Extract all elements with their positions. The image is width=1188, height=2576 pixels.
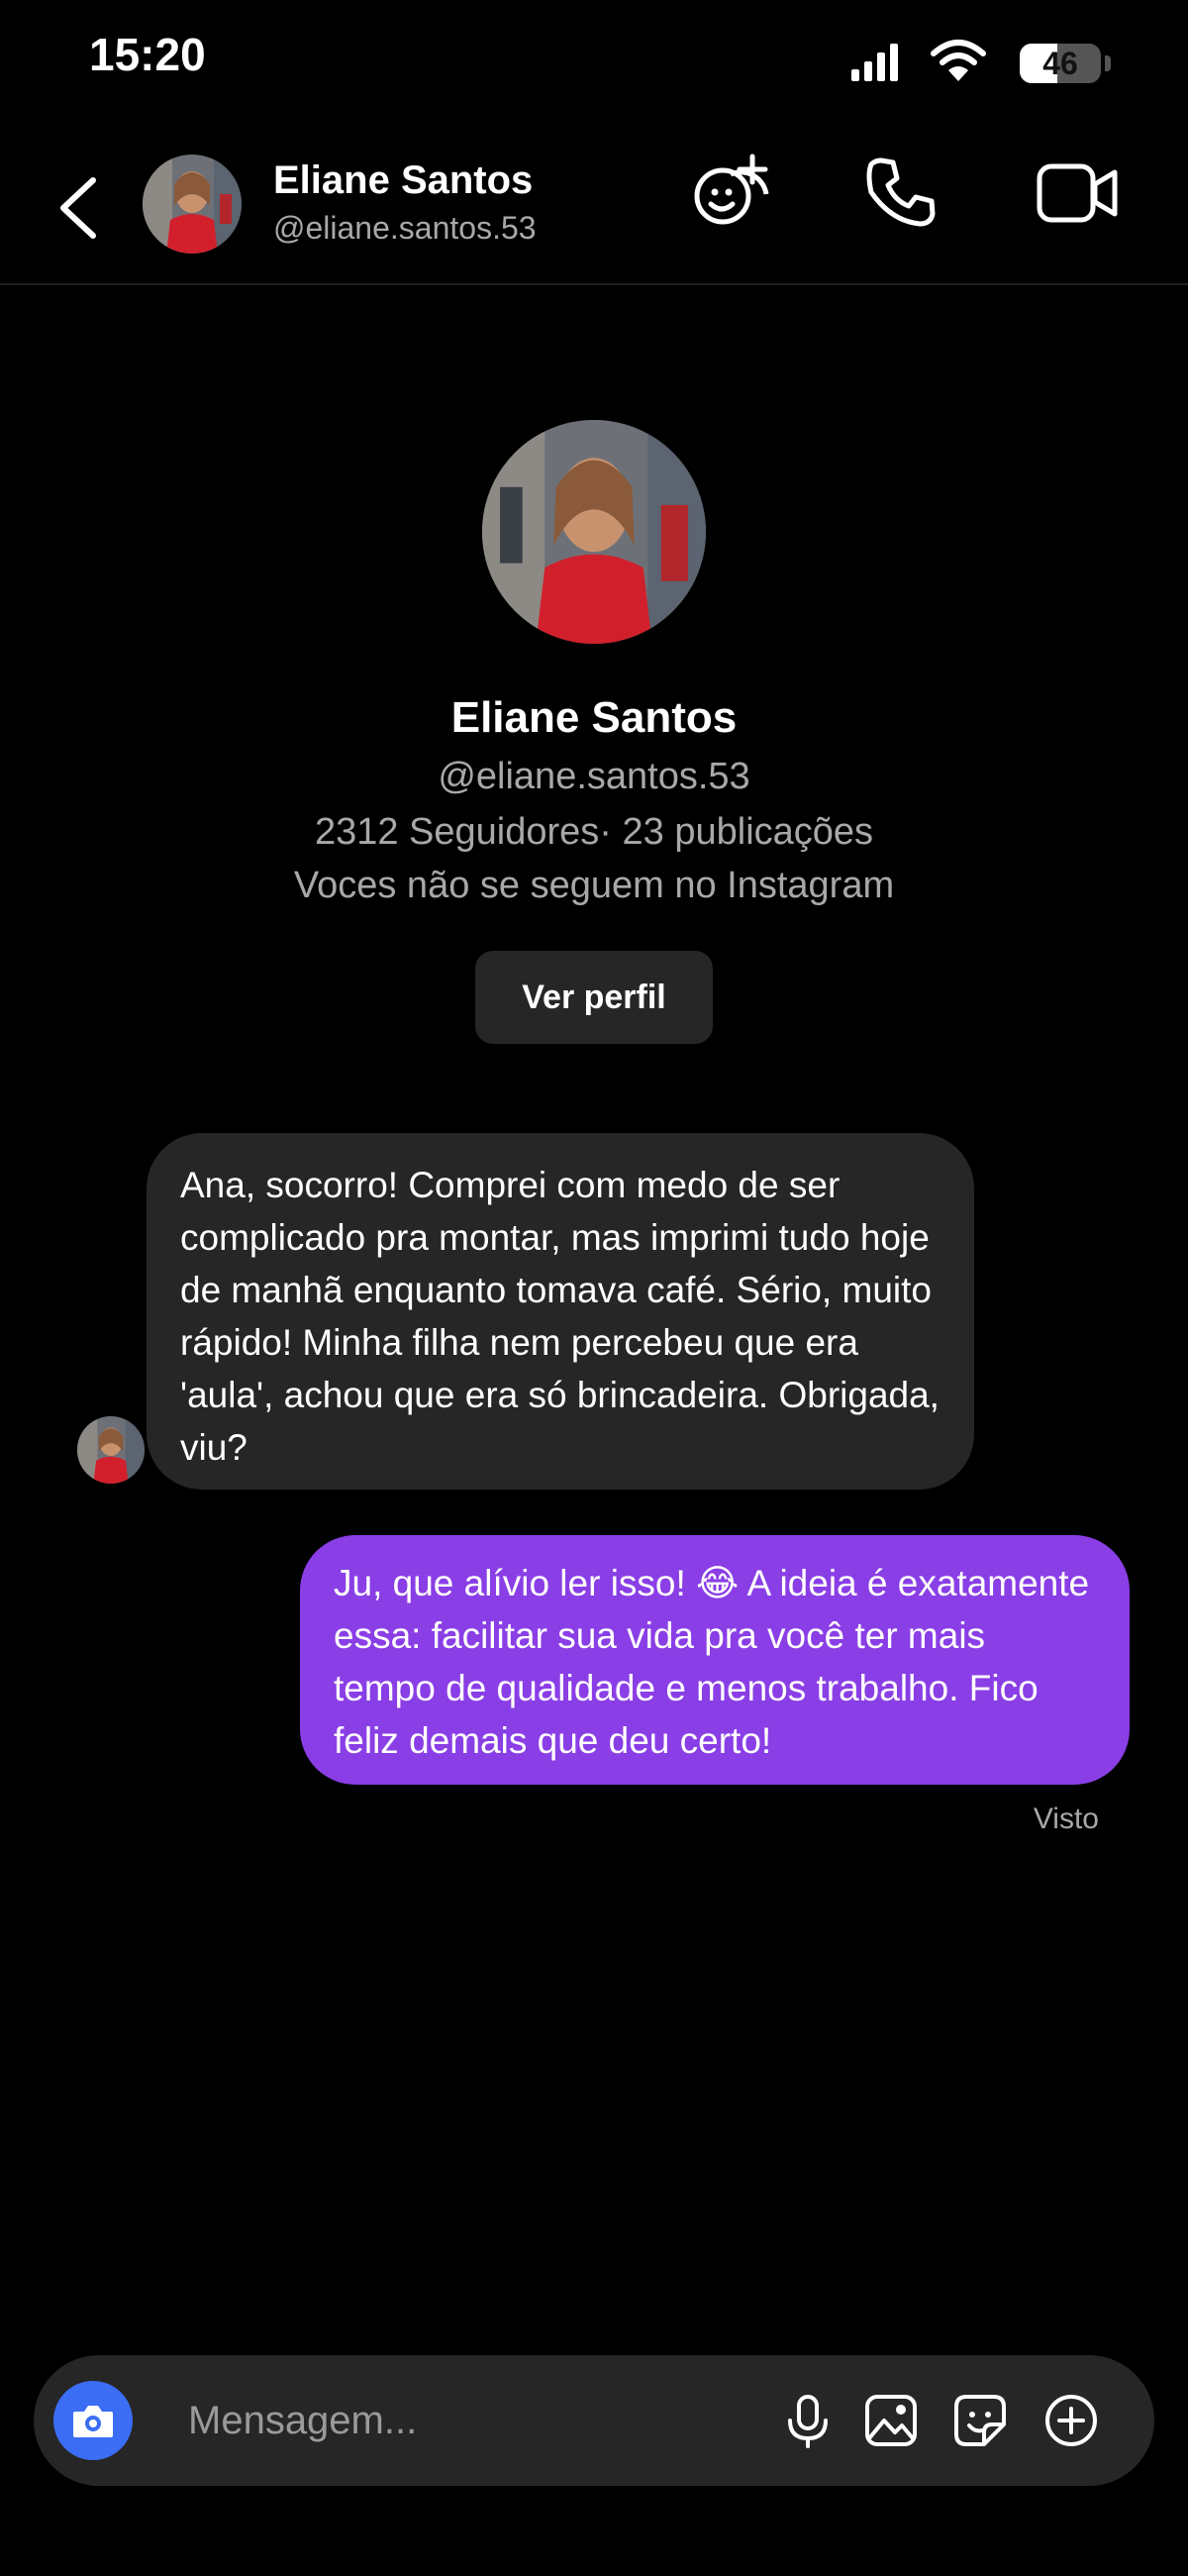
view-profile-button[interactable]: Ver perfil <box>475 951 713 1044</box>
cellular-signal-icon <box>851 42 901 81</box>
back-icon[interactable] <box>50 168 109 248</box>
incoming-message-bubble[interactable]: Ana, socorro! Comprei com medo de ser co… <box>147 1133 974 1490</box>
profile-username: @eliane.santos.53 <box>438 756 750 797</box>
status-bar: 15:20 46 <box>0 0 1188 119</box>
camera-icon[interactable] <box>53 2381 133 2460</box>
status-time: 15:20 <box>89 29 206 80</box>
profile-name: Eliane Santos <box>450 693 738 742</box>
header-contact-name[interactable]: Eliane Santos <box>273 158 533 203</box>
seen-status: Visto <box>1033 1803 1099 1835</box>
outgoing-message-bubble[interactable]: Ju, que alívio ler isso! 😂 A ideia é exa… <box>300 1535 1130 1785</box>
battery-indicator: 46 <box>1020 44 1101 83</box>
profile-stats: 2312 Seguidores· 23 publicações <box>314 811 874 853</box>
message-sender-avatar[interactable] <box>77 1416 145 1484</box>
phone-icon[interactable] <box>863 155 939 230</box>
wifi-icon <box>931 38 986 83</box>
chat-header: Eliane Santos @eliane.santos.53 <box>0 129 1188 285</box>
battery-percentage: 46 <box>1042 45 1078 81</box>
sticker-icon[interactable] <box>952 2393 1008 2448</box>
profile-follow-note: Voces não se seguem no Instagram <box>293 865 895 906</box>
effects-icon[interactable] <box>691 149 774 232</box>
video-call-icon[interactable] <box>1036 156 1121 228</box>
message-input[interactable] <box>188 2385 742 2456</box>
header-avatar[interactable] <box>143 155 242 254</box>
message-composer <box>34 2355 1154 2486</box>
gallery-icon[interactable] <box>863 2393 919 2448</box>
battery-tip <box>1105 55 1111 71</box>
mic-icon[interactable] <box>780 2393 836 2448</box>
profile-avatar[interactable] <box>482 420 706 644</box>
header-contact-username[interactable]: @eliane.santos.53 <box>273 210 537 247</box>
plus-icon[interactable] <box>1043 2393 1099 2448</box>
chat-screen: 15:20 46 Eliane Santos @eliane.santos.53… <box>0 0 1188 2576</box>
